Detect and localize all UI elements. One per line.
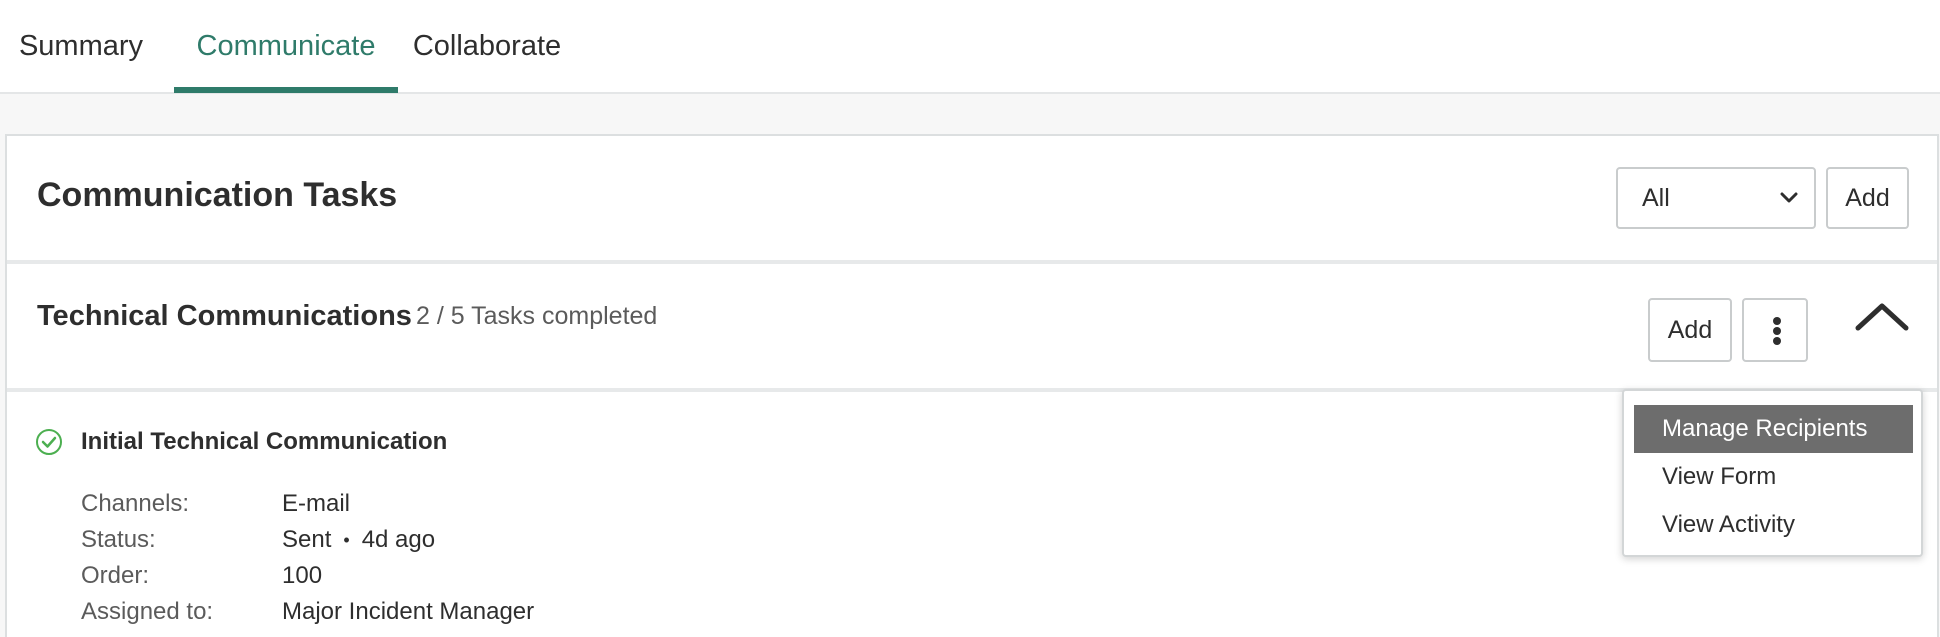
task-filter-value: All bbox=[1642, 183, 1670, 212]
more-options-button[interactable] bbox=[1742, 298, 1808, 362]
check-circle-icon bbox=[36, 429, 62, 455]
section-title: Technical Communications bbox=[37, 300, 412, 332]
channels-label: Channels: bbox=[81, 490, 190, 517]
section-progress: 2 / 5 Tasks completed bbox=[416, 302, 658, 330]
tab-bar: Summary Communicate Collaborate bbox=[0, 0, 1940, 94]
tab-communicate[interactable]: Communicate bbox=[174, 0, 398, 92]
chevron-up-icon[interactable] bbox=[1852, 294, 1912, 338]
active-tab-indicator bbox=[174, 87, 398, 93]
chevron-down-icon bbox=[1780, 192, 1798, 203]
assigned-label: Assigned to: bbox=[81, 598, 214, 625]
status-value: Sent • 4d ago bbox=[282, 526, 435, 554]
menu-item-view-activity[interactable]: View Activity bbox=[1634, 501, 1913, 549]
card-header: Communication Tasks All Add bbox=[7, 136, 1937, 264]
tab-summary[interactable]: Summary bbox=[0, 0, 162, 92]
separator-bullet: • bbox=[343, 530, 350, 551]
status-label: Status: bbox=[81, 526, 156, 553]
task-title[interactable]: Initial Technical Communication bbox=[81, 428, 447, 456]
kebab-icon bbox=[1744, 300, 1806, 360]
assigned-value: Major Incident Manager bbox=[282, 598, 535, 625]
order-label: Order: bbox=[81, 562, 150, 589]
menu-item-view-form[interactable]: View Form bbox=[1634, 453, 1913, 501]
channels-value: E-mail bbox=[282, 490, 351, 517]
section-header: Technical Communications 2 / 5 Tasks com… bbox=[7, 264, 1937, 392]
add-task-button[interactable]: Add bbox=[1826, 167, 1909, 229]
section-add-button[interactable]: Add bbox=[1648, 298, 1732, 362]
menu-item-manage-recipients[interactable]: Manage Recipients bbox=[1634, 405, 1913, 453]
tab-collaborate[interactable]: Collaborate bbox=[398, 0, 576, 92]
more-options-menu: Manage Recipients View Form View Activit… bbox=[1622, 389, 1923, 557]
card-title: Communication Tasks bbox=[37, 176, 398, 214]
status-text: Sent bbox=[282, 526, 332, 553]
order-value: 100 bbox=[282, 562, 323, 589]
task-item[interactable]: Initial Technical Communication bbox=[35, 424, 447, 460]
status-time: 4d ago bbox=[361, 526, 436, 553]
task-filter-select[interactable]: All bbox=[1616, 167, 1816, 229]
